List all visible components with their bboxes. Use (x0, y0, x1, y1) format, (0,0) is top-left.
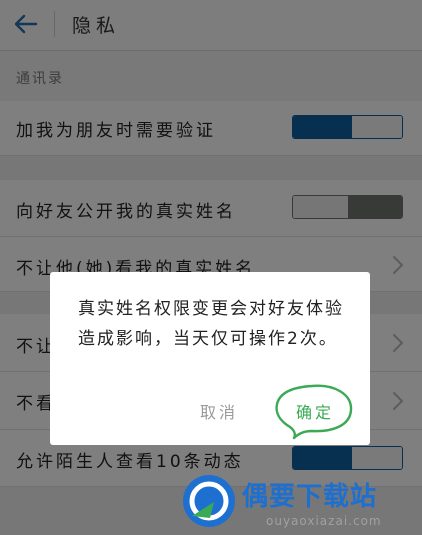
dialog-message: 真实姓名权限变更会对好友体验造成影响，当天仅可操作2次。 (78, 299, 344, 349)
confirm-button[interactable]: 确定 (272, 380, 356, 442)
cancel-button[interactable]: 取消 (200, 399, 238, 423)
watermark-url: ouyaoxiazai.com (266, 514, 382, 528)
privacy-settings-page: 隐私 通讯录 加我为朋友时需要验证 向好友公开我的真实姓名 不让他(她)看我的真… (0, 0, 422, 535)
confirm-button-label: 确定 (296, 403, 335, 422)
site-watermark: 偶要下载站 ouyaoxiazai.com (176, 472, 422, 535)
modal-overlay[interactable] (0, 0, 422, 535)
watermark-name: 偶要下载站 (242, 482, 378, 512)
confirm-dialog: 真实姓名权限变更会对好友体验造成影响，当天仅可操作2次。 取消 确定 (50, 272, 370, 445)
watermark-logo-icon (183, 475, 235, 527)
